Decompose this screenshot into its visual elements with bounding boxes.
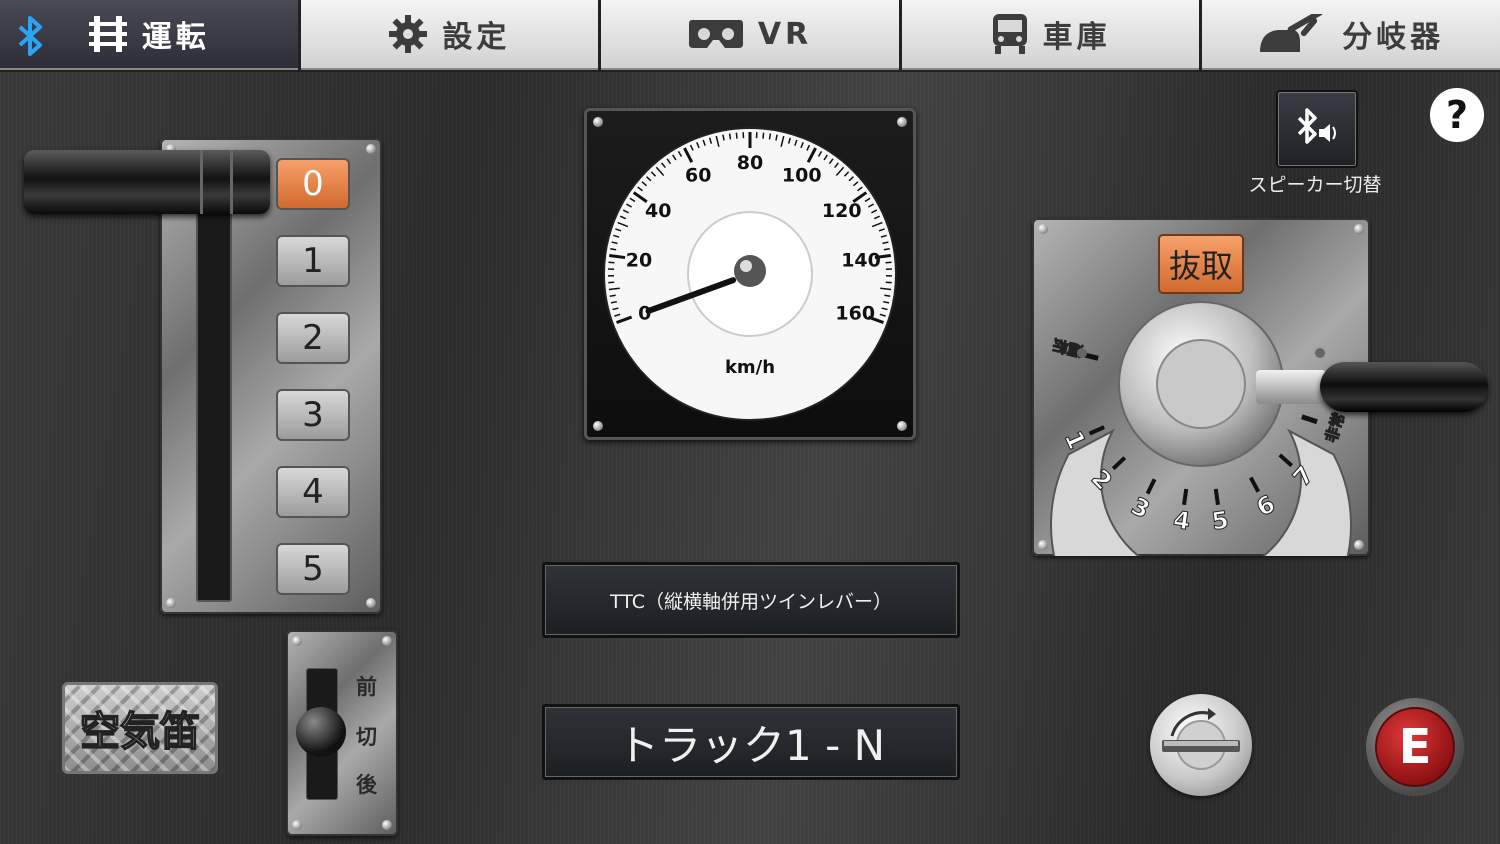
gear-icon [388,14,428,54]
tab-settings[interactable]: 設定 [300,0,599,70]
tab-operation-label: 運転 [141,20,210,55]
brake-mark [1145,478,1157,495]
direction-reverse-label: 後 [356,773,377,797]
speed-tick [884,294,891,297]
brake-position-label: 4 [1172,506,1192,536]
bluetooth-icon [16,16,46,60]
reverser-panel [286,630,398,836]
tab-vr-label: VR [757,16,813,52]
speed-tick-label: 100 [782,165,822,187]
help-button[interactable]: ? [1430,88,1484,142]
tab-turnout-label: 分岐器 [1342,20,1445,55]
speed-tick [610,247,617,251]
vr-goggles-icon [688,18,744,50]
speed-unit: km/h [725,357,775,378]
brake-position-label: 6 [1252,490,1280,523]
brake-mark [1213,488,1220,506]
speaker-switch-label: スピーカー切替 [1248,174,1382,196]
reverser-knob[interactable] [296,707,346,757]
brake-mark [1301,414,1318,425]
controller-type-button[interactable]: TTC（縦横軸併用ツインレバー） [542,562,960,638]
speed-tick-label: 40 [645,200,671,222]
speed-tick-label: 120 [822,200,862,222]
track-icon [88,14,128,54]
speed-tick [728,133,732,140]
air-whistle-button[interactable]: 空気笛 [62,682,218,774]
notch-lever-handle[interactable] [24,150,270,214]
speed-tick [883,247,890,251]
tab-turnout[interactable]: 分岐器 [1202,0,1500,70]
tab-vr[interactable]: VR [601,0,899,70]
bluetooth-speaker-icon [1295,107,1339,151]
notch-1-button[interactable]: 1 [276,235,350,287]
speedometer: 0 20 40 60 80 100 120 140 160 km/h [584,108,916,440]
brake-mark [1111,456,1127,471]
speaker-switch-button[interactable] [1276,90,1358,168]
speed-tick-label: 140 [841,249,881,271]
brake-position-label: 3 [1127,492,1154,524]
brake-position-label: 非常 [1322,411,1348,445]
brake-mark [1182,488,1189,506]
brake-lever-handle[interactable] [1256,362,1488,412]
speed-tick-label: 80 [737,152,763,174]
notch-0-button[interactable]: 0 [276,158,350,210]
emergency-button[interactable]: E [1366,698,1464,796]
door-rotate-button[interactable] [1150,694,1252,796]
notch-3-button[interactable]: 3 [276,389,350,441]
notch-2-button[interactable]: 2 [276,312,350,364]
speed-tick [768,133,772,140]
turnout-switch-icon [1258,14,1328,54]
speed-tick [609,294,616,297]
speed-tick [609,253,626,260]
track-name-button[interactable]: トラック1 - N [542,704,960,780]
tab-depot-label: 車庫 [1042,20,1111,55]
train-icon [991,13,1029,55]
speed-tick [762,132,765,139]
brake-mark [1088,425,1105,436]
brake-mark [1278,453,1294,468]
notch-4-button[interactable]: 4 [276,466,350,518]
direction-neutral-label: 切 [356,725,377,749]
tab-depot[interactable]: 車庫 [901,0,1200,70]
speed-tick-label: 60 [685,165,711,187]
brake-mark [1248,476,1261,493]
speed-tick [735,132,738,139]
brake-position-label: 5 [1210,506,1230,536]
tab-settings-label: 設定 [442,20,511,55]
notch-slot [196,182,232,602]
direction-forward-label: 前 [356,675,377,699]
rotate-arrow-icon [1162,708,1240,770]
speed-tick-label: 160 [835,302,875,324]
notch-5-button[interactable]: 5 [276,543,350,595]
tab-bar: 運転 設定 VR 車庫 分岐器 [0,0,1500,72]
speed-tick-label: 20 [626,249,652,271]
